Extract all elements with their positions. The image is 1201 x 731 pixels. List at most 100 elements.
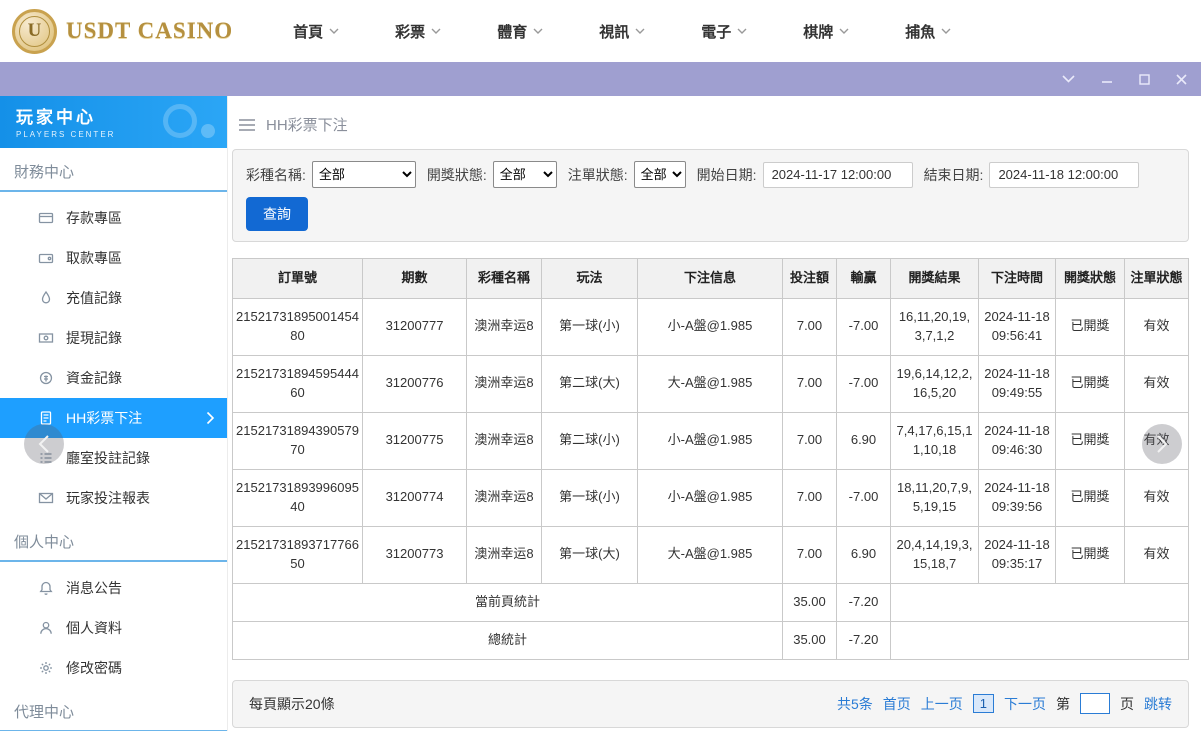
close-icon[interactable] bbox=[1176, 73, 1187, 85]
col-draw-status: 開獎狀態 bbox=[1055, 258, 1125, 299]
sidebar-item-announcements[interactable]: 消息公告 bbox=[0, 568, 227, 608]
cell-draw-result: 18,11,20,7,9,5,19,15 bbox=[890, 468, 979, 527]
pagination-controls: 共5条 首页 上一页 1 下一页 第 页 跳转 bbox=[836, 693, 1172, 715]
gear-icon bbox=[38, 660, 54, 676]
sidebar: 玩家中心 PLAYERS CENTER 財務中心 存款專區 取款專區 充值記錄 … bbox=[0, 96, 228, 731]
cell-win-loss: -7.00 bbox=[836, 468, 891, 527]
end-date-input[interactable] bbox=[989, 161, 1140, 188]
sidebar-item-label: 消息公告 bbox=[66, 580, 122, 596]
nav-item-home[interactable]: 首頁 bbox=[293, 21, 339, 42]
cell-bet-amount: 7.00 bbox=[782, 297, 837, 356]
sidebar-item-funds-record[interactable]: 資金記錄 bbox=[0, 358, 227, 398]
page-summary-row: 當前頁統計 35.00 -7.20 bbox=[232, 582, 1189, 622]
chevron-down-icon[interactable] bbox=[1062, 75, 1075, 83]
jump-button[interactable]: 跳转 bbox=[1144, 694, 1172, 714]
chevron-down-icon bbox=[941, 28, 951, 34]
nav-item-slots[interactable]: 電子 bbox=[701, 21, 747, 42]
cell-bet-amount: 7.00 bbox=[782, 525, 837, 584]
carousel-next-button[interactable] bbox=[1142, 424, 1182, 464]
lottery-name-select[interactable]: 全部 bbox=[311, 161, 416, 188]
page-jump-input[interactable] bbox=[1080, 693, 1110, 715]
sidebar-item-label: 提現記錄 bbox=[66, 330, 122, 346]
sidebar-item-label: 充值記錄 bbox=[66, 290, 122, 306]
cell-draw-status: 已開獎 bbox=[1055, 297, 1125, 356]
sidebar-item-change-password[interactable]: 修改密碼 bbox=[0, 648, 227, 688]
nav-item-fishing[interactable]: 捕魚 bbox=[905, 21, 951, 42]
cell-draw-result: 16,11,20,19,3,7,1,2 bbox=[890, 297, 979, 356]
nav-item-live[interactable]: 視訊 bbox=[599, 21, 645, 42]
cell-bet-info: 大-A盤@1.985 bbox=[637, 354, 783, 413]
nav-item-label: 電子 bbox=[701, 23, 732, 41]
chevron-down-icon bbox=[839, 28, 849, 34]
page-jump-prefix: 第 bbox=[1056, 695, 1070, 712]
poker-chip-decoration bbox=[163, 104, 197, 138]
bet-status-select[interactable]: 全部 bbox=[633, 161, 686, 188]
cell-bet-info: 小-A盤@1.985 bbox=[637, 297, 783, 356]
user-icon bbox=[38, 620, 54, 636]
chevron-right-icon bbox=[206, 411, 215, 425]
cell-lottery: 澳洲幸运8 bbox=[466, 468, 542, 527]
sidebar-item-label: 取款專區 bbox=[66, 250, 122, 266]
nav-item-lottery[interactable]: 彩票 bbox=[395, 21, 441, 42]
withdraw-wallet-icon bbox=[38, 250, 54, 266]
chevron-right-icon bbox=[1157, 435, 1168, 453]
chevron-down-icon bbox=[431, 28, 441, 34]
table-row: 2152173189500145480 31200777 澳洲幸运8 第一球(小… bbox=[232, 297, 1189, 356]
nav-item-sports[interactable]: 體育 bbox=[497, 21, 543, 42]
per-page-text: 每頁顯示20條 bbox=[249, 695, 335, 712]
sidebar-item-profile[interactable]: 個人資料 bbox=[0, 608, 227, 648]
sidebar-item-recharge-record[interactable]: 充值記錄 bbox=[0, 278, 227, 318]
cell-order-no: 2152173189399609540 bbox=[232, 468, 363, 527]
bell-icon bbox=[38, 580, 54, 596]
funds-coin-icon bbox=[38, 370, 54, 386]
first-page-link[interactable]: 首页 bbox=[883, 694, 911, 714]
cell-play: 第二球(小) bbox=[541, 411, 638, 470]
hamburger-menu-icon[interactable] bbox=[238, 118, 256, 132]
start-date-input[interactable] bbox=[762, 161, 913, 188]
cell-order-no: 2152173189371776650 bbox=[232, 525, 363, 584]
cell-draw-status: 已開獎 bbox=[1055, 468, 1125, 527]
sidebar-item-player-bet-report[interactable]: 玩家投注報表 bbox=[0, 478, 227, 518]
section-finance-center: 財務中心 bbox=[0, 148, 227, 192]
sidebar-subtitle: PLAYERS CENTER bbox=[16, 130, 116, 139]
minimize-icon[interactable] bbox=[1101, 74, 1113, 84]
current-page-indicator[interactable]: 1 bbox=[972, 694, 994, 714]
page-summary-win-loss: -7.20 bbox=[836, 582, 891, 622]
sidebar-item-withdraw[interactable]: 取款專區 bbox=[0, 238, 227, 278]
cell-lottery: 澳洲幸运8 bbox=[466, 411, 542, 470]
draw-status-select[interactable]: 全部 bbox=[492, 161, 557, 188]
logo: U USDT CASINO bbox=[12, 8, 233, 54]
prev-page-link[interactable]: 上一页 bbox=[921, 694, 963, 714]
total-summary-empty bbox=[890, 620, 1189, 660]
chevron-left-icon bbox=[38, 435, 49, 453]
total-summary-row: 總統計 35.00 -7.20 bbox=[232, 620, 1189, 660]
cell-bet-info: 大-A盤@1.985 bbox=[637, 525, 783, 584]
cell-draw-status: 已開獎 bbox=[1055, 354, 1125, 413]
sidebar-item-label: 修改密碼 bbox=[66, 660, 122, 676]
next-page-link[interactable]: 下一页 bbox=[1004, 694, 1046, 714]
recharge-drop-icon bbox=[38, 290, 54, 306]
nav-item-label: 體育 bbox=[497, 23, 528, 41]
sidebar-item-deposit[interactable]: 存款專區 bbox=[0, 198, 227, 238]
chevron-down-icon bbox=[533, 28, 543, 34]
total-summary-label: 總統計 bbox=[232, 620, 783, 660]
cell-period: 31200773 bbox=[362, 525, 467, 584]
page-title: HH彩票下注 bbox=[266, 117, 348, 134]
cell-bet-status: 有效 bbox=[1124, 525, 1189, 584]
bets-table: 訂單號 期數 彩種名稱 玩法 下注信息 投注額 輸贏 開獎結果 下注時間 開獎狀… bbox=[232, 258, 1189, 660]
report-sheet-icon bbox=[38, 490, 54, 506]
chevron-down-icon bbox=[329, 28, 339, 34]
cell-play: 第一球(小) bbox=[541, 297, 638, 356]
maximize-icon[interactable] bbox=[1139, 73, 1150, 85]
search-button[interactable]: 查詢 bbox=[246, 197, 308, 231]
total-count-text: 共5条 bbox=[836, 695, 873, 712]
nav-item-cards[interactable]: 棋牌 bbox=[803, 21, 849, 42]
page-jump-suffix: 页 bbox=[1120, 695, 1134, 712]
sidebar-item-label: 資金記錄 bbox=[66, 370, 122, 386]
window-controls bbox=[1062, 73, 1187, 85]
carousel-prev-button[interactable] bbox=[24, 424, 64, 464]
sidebar-item-cashout-record[interactable]: 提現記錄 bbox=[0, 318, 227, 358]
nav-item-label: 捕魚 bbox=[905, 23, 936, 41]
bet-status-label: 注單狀態: bbox=[567, 166, 628, 183]
sidebar-header: 玩家中心 PLAYERS CENTER bbox=[0, 96, 227, 148]
